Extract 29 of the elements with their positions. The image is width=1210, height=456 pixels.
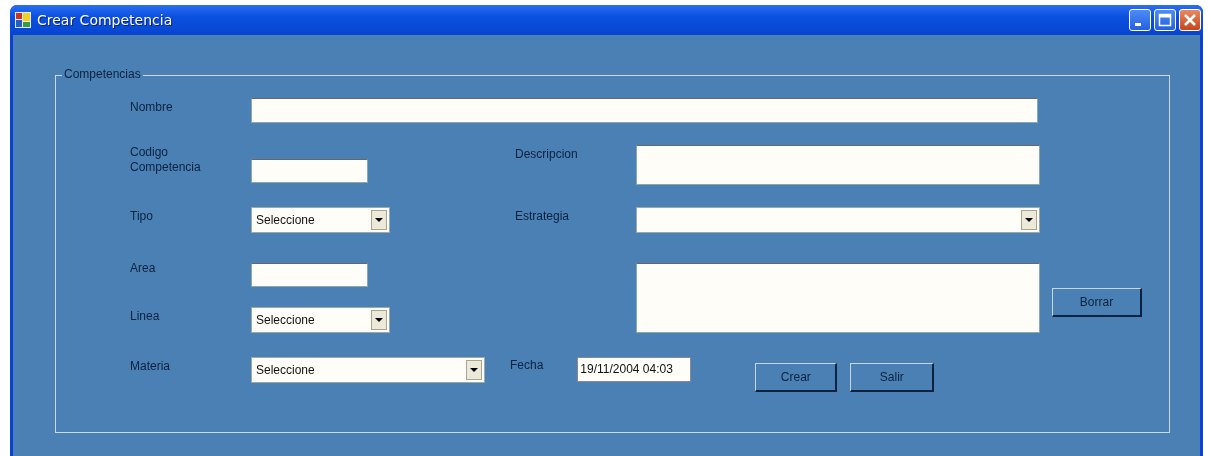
exit-button[interactable]: Salir [850,363,935,392]
field-label: Fecha [510,357,544,372]
minimize-button[interactable] [1129,9,1151,31]
field-label: Materia [130,358,171,373]
field-label: Tipo [130,208,154,223]
app-icon [15,12,31,28]
input-field[interactable] [251,159,368,183]
date-field[interactable]: 19/11/2004 04:03 [577,357,692,382]
create-button[interactable]: Crear [755,363,838,392]
input-field[interactable] [251,263,368,287]
field-label: Area [130,260,157,275]
field-label: Codigo Competencia [130,145,202,175]
dropdown[interactable]: Seleccione [251,307,390,333]
input-field[interactable] [251,98,1038,123]
minimize-icon [1135,22,1141,26]
close-icon [1183,13,1197,27]
dropdown[interactable]: Seleccione [251,207,390,233]
field-label: Linea [130,308,161,323]
field-label: Descripcion [515,146,579,161]
delete-button[interactable]: Borrar [1052,287,1142,317]
window-title: Crear Competencia [37,12,173,28]
field-label: Nombre [130,99,174,114]
field-label: Estrategia [515,208,571,223]
maximize-button[interactable] [1154,9,1176,31]
dropdown[interactable]: Seleccione [251,357,485,383]
text-area[interactable] [636,145,1040,185]
maximize-icon [1158,13,1172,27]
group-title: Competencias [62,67,143,81]
close-button[interactable] [1179,9,1201,31]
